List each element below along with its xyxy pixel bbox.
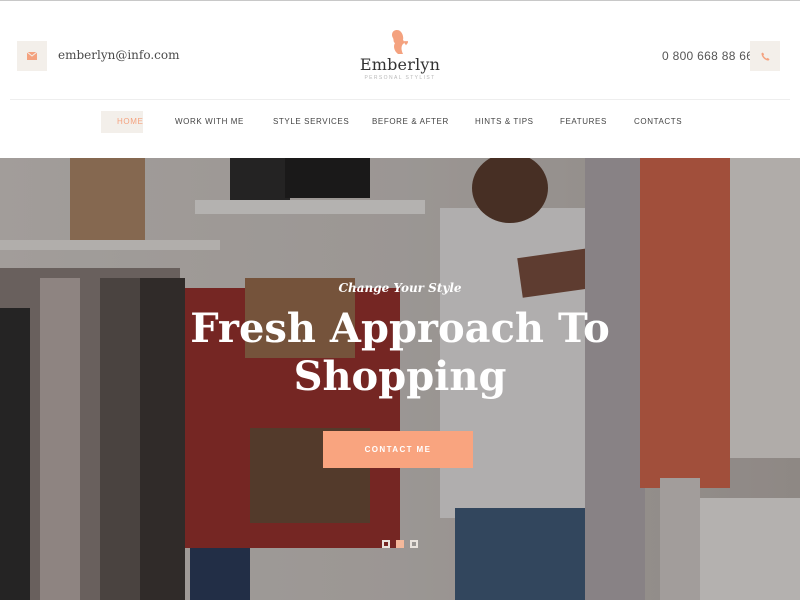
nav-item-features[interactable]: FEATURES (560, 111, 607, 133)
hero-title-line-1: Fresh Approach To (190, 305, 610, 352)
phone-number[interactable]: 0 800 668 88 66 (662, 49, 753, 63)
contact-me-button[interactable]: CONTACT ME (323, 431, 473, 468)
nav-divider (10, 99, 790, 100)
hero-slider: Change Your Style Fresh Approach To Shop… (0, 158, 800, 600)
logo[interactable]: Emberlyn PERSONAL STYLIST (350, 29, 450, 81)
nav-item-style-services[interactable]: STYLE SERVICES (273, 111, 349, 133)
logo-name: Emberlyn (359, 55, 441, 74)
nav-item-before-after[interactable]: BEFORE & AFTER (372, 111, 449, 133)
site-header: emberlyn@info.com Emberlyn PERSONAL STYL… (0, 1, 800, 158)
logo-tagline: PERSONAL STYLIST (364, 75, 436, 81)
slider-dot-3[interactable] (410, 540, 418, 548)
email-link[interactable]: emberlyn@info.com (58, 48, 180, 62)
phone-icon-button[interactable] (750, 41, 780, 71)
hero-subtitle: Change Your Style (338, 281, 462, 295)
slider-dot-2[interactable] (396, 540, 404, 548)
nav-item-hints-tips[interactable]: HINTS & TIPS (475, 111, 534, 133)
hero-title: Fresh Approach To Shopping (0, 305, 800, 401)
main-nav: HOME WORK WITH ME STYLE SERVICES BEFORE … (0, 111, 800, 133)
email-icon-button[interactable] (17, 41, 47, 71)
phone-icon (760, 51, 770, 61)
nav-item-work-with-me[interactable]: WORK WITH ME (175, 111, 244, 133)
slider-pagination (382, 540, 418, 548)
nav-item-home[interactable]: HOME (101, 111, 143, 133)
slider-dot-1[interactable] (382, 540, 390, 548)
nav-item-contacts[interactable]: CONTACTS (634, 111, 682, 133)
envelope-icon (27, 52, 37, 60)
woman-silhouette-heart-icon (392, 30, 408, 54)
hero-title-line-2: Shopping (293, 353, 507, 400)
